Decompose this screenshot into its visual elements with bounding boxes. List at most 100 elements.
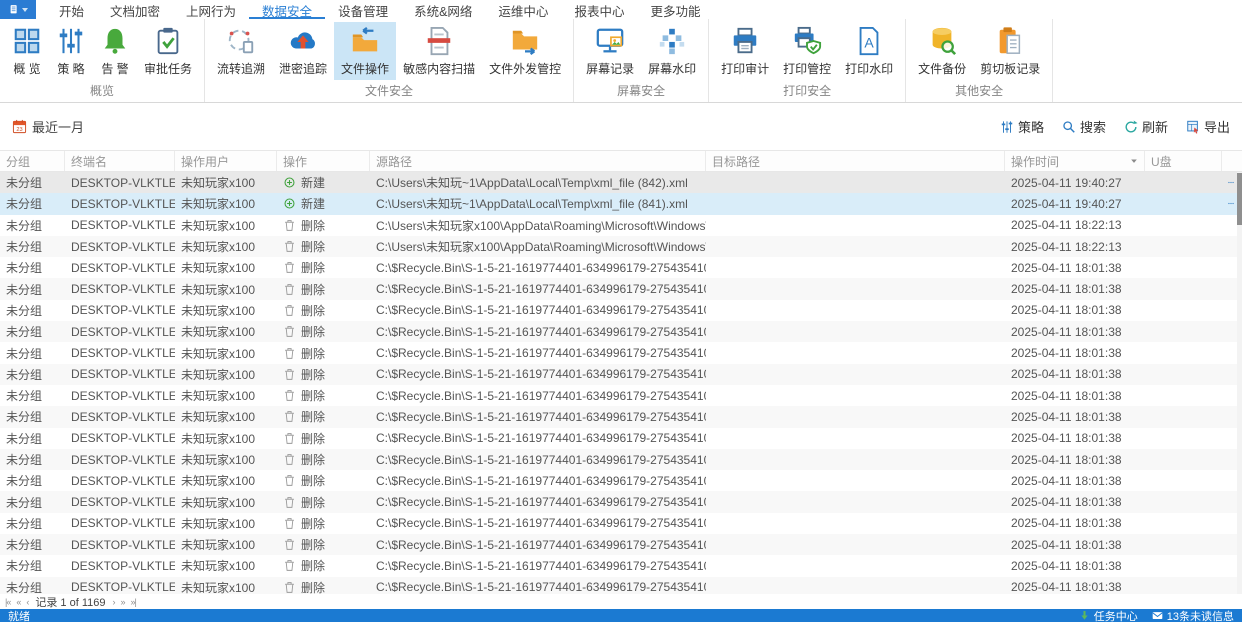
cell-terminal: DESKTOP-VLKTLE1	[71, 452, 175, 467]
date-range-filter[interactable]: 23 最近一月	[12, 117, 84, 136]
ribbon-item-print-control[interactable]: 打印管控	[776, 22, 838, 80]
operation-label: 删除	[301, 346, 326, 361]
ribbon-item-flow-trace[interactable]: 流转追溯	[210, 22, 272, 80]
column-header-time[interactable]: 操作时间	[1005, 151, 1145, 171]
ribbon-item-print-audit[interactable]: 打印审计	[714, 22, 776, 80]
tab-ops-center[interactable]: 运维中心	[485, 0, 561, 19]
app-menu-button[interactable]	[0, 0, 36, 19]
page-next-button-1[interactable]: »	[120, 597, 125, 607]
table-row[interactable]: 未分组 DESKTOP-VLKTLE1 未知玩家x100 删除 C:\$Recycle.…	[0, 491, 1242, 513]
table-row[interactable]: 未分组 DESKTOP-VLKTLE1 未知玩家x100 删除 C:\$Recycle.…	[0, 576, 1242, 594]
ribbon-item-approval-tasks[interactable]: 审批任务	[137, 22, 199, 80]
page-prev-button-0[interactable]: |«	[5, 597, 11, 607]
row-menu-button[interactable]	[1228, 199, 1234, 208]
page-prev-button-2[interactable]: ‹	[26, 597, 29, 607]
cell-group: 未分组	[6, 431, 43, 446]
ribbon-group-label: 概览	[90, 84, 115, 98]
tab-report-center[interactable]: 报表中心	[561, 0, 637, 19]
cell-operation-time: 2025-04-11 18:01:38	[1011, 495, 1122, 510]
row-menu-button[interactable]	[1228, 178, 1234, 187]
ribbon-item-policy[interactable]: 策 略	[49, 22, 93, 80]
table-row[interactable]: 未分组 DESKTOP-VLKTLE1 未知玩家x100 删除 C:\$Recycle.…	[0, 300, 1242, 321]
cell-group: 未分组	[6, 325, 43, 340]
table-row[interactable]: 未分组 DESKTOP-VLKTLE1 未知玩家x100 删除 C:\$Recycle.…	[0, 428, 1242, 449]
table-row[interactable]: 未分组 DESKTOP-VLKTLE1 未知玩家x100 删除 C:\$Recycle.…	[0, 278, 1242, 300]
column-header-user[interactable]: 操作用户	[175, 151, 277, 171]
vertical-scrollbar[interactable]	[1237, 172, 1242, 594]
cell-operation: 删除	[277, 300, 370, 321]
ribbon-item-label: 剪切板记录	[980, 62, 1041, 76]
column-header-label: 分组	[6, 154, 31, 169]
tab-home[interactable]: 开始	[46, 0, 97, 19]
trash-icon	[283, 304, 296, 317]
cell-terminal: DESKTOP-VLKTLE1	[71, 388, 175, 403]
table-row[interactable]: 未分组 DESKTOP-VLKTLE1 未知玩家x100 删除 C:\Users\未知玩…	[0, 215, 1242, 236]
ribbon-item-screen-record[interactable]: 屏幕记录	[579, 22, 641, 80]
operation-label: 删除	[301, 580, 326, 594]
table-row[interactable]: 未分组 DESKTOP-VLKTLE1 未知玩家x100 删除 C:\$Recycle.…	[0, 385, 1242, 406]
column-header-actions[interactable]	[1222, 151, 1242, 171]
ribbon-item-overview[interactable]: 概 览	[5, 22, 49, 80]
cell-usb	[1145, 428, 1222, 449]
tab-doc-encryption[interactable]: 文档加密	[97, 0, 173, 19]
table-row[interactable]: 未分组 DESKTOP-VLKTLE1 未知玩家x100 删除 C:\$Recycle.…	[0, 470, 1242, 491]
cell-usb	[1145, 406, 1222, 427]
ribbon-item-alerts[interactable]: 告 警	[93, 22, 137, 80]
scrollbar-thumb[interactable]	[1237, 173, 1242, 225]
refresh-button[interactable]: 刷新	[1124, 117, 1168, 136]
search-icon	[1062, 120, 1076, 134]
task-center-label: 任务中心	[1093, 610, 1138, 623]
tab-more-features[interactable]: 更多功能	[637, 0, 713, 19]
ribbon-item-clipboard-record[interactable]: 剪切板记录	[973, 22, 1047, 80]
column-header-dst[interactable]: 目标路径	[706, 151, 1005, 171]
table-header: 分组 终端名 操作用户 操作 源路径 目标路径 操作时间 U盘	[0, 150, 1242, 172]
task-center-button[interactable]: 任务中心	[1079, 608, 1138, 623]
ribbon-group-label: 屏幕安全	[617, 84, 666, 98]
column-header-group[interactable]: 分组	[0, 151, 65, 171]
table-row[interactable]: 未分组 DESKTOP-VLKTLE1 未知玩家x100 删除 C:\$Recycle.…	[0, 342, 1242, 363]
ribbon-item-leak-trace[interactable]: 泄密追踪	[272, 22, 334, 80]
column-header-terminal[interactable]: 终端名	[65, 151, 175, 171]
cell-source-path: C:\$Recycle.Bin\S-1-5-21-1619774401-6349…	[376, 324, 706, 339]
column-header-op[interactable]: 操作	[277, 151, 370, 171]
table-row[interactable]: 未分组 DESKTOP-VLKTLE1 未知玩家x100 删除 C:\$Recycle.…	[0, 448, 1242, 471]
table-row[interactable]: 未分组 DESKTOP-VLKTLE1 未知玩家x100 删除 C:\Users\未知玩…	[0, 235, 1242, 258]
page-next-button-0[interactable]: ›	[112, 597, 115, 607]
tab-data-security[interactable]: 数据安全	[249, 0, 325, 19]
ribbon-item-sensitive-content-scan[interactable]: 敏感内容扫描	[396, 22, 482, 80]
tab-device-management[interactable]: 设备管理	[325, 0, 401, 19]
tab-web-behavior[interactable]: 上网行为	[173, 0, 249, 19]
tab-system-network[interactable]: 系统&网络	[401, 0, 485, 19]
ribbon-item-file-backup[interactable]: 文件备份	[911, 22, 973, 80]
cell-group: 未分组	[6, 389, 43, 404]
table-row[interactable]: 未分组 DESKTOP-VLKTLE1 未知玩家x100 删除 C:\$Recycle.…	[0, 321, 1242, 343]
page-prev-button-1[interactable]: «	[16, 597, 21, 607]
time-filter-caret-icon[interactable]	[1129, 156, 1139, 166]
table-row[interactable]: 未分组 DESKTOP-VLKTLE1 未知玩家x100 删除 C:\$Recycle.…	[0, 363, 1242, 385]
column-header-usb[interactable]: U盘	[1145, 151, 1222, 171]
table-row[interactable]: 未分组 DESKTOP-VLKTLE1 未知玩家x100 删除 C:\$Recycle.…	[0, 534, 1242, 556]
trash-icon	[283, 240, 296, 253]
ribbon-item-print-watermark[interactable]: A 打印水印	[838, 22, 900, 80]
cell-user: 未知玩家x100	[181, 453, 256, 467]
table-row[interactable]: 未分组 DESKTOP-VLKTLE1 未知玩家x100 新建 C:\Users\未知玩…	[0, 172, 1242, 194]
plus-circle-icon	[283, 176, 296, 189]
cell-user: 未知玩家x100	[181, 495, 256, 510]
table-row[interactable]: 未分组 DESKTOP-VLKTLE1 未知玩家x100 删除 C:\$Recycle.…	[0, 406, 1242, 428]
ribbon-item-screen-watermark[interactable]: 屏幕水印	[641, 22, 703, 80]
table-row[interactable]: 未分组 DESKTOP-VLKTLE1 未知玩家x100 删除 C:\$Recycle.…	[0, 513, 1242, 534]
table-row[interactable]: 未分组 DESKTOP-VLKTLE1 未知玩家x100 删除 C:\$Recycle.…	[0, 257, 1242, 278]
table-row[interactable]: 未分组 DESKTOP-VLKTLE1 未知玩家x100 新建 C:\Users\未知玩…	[0, 193, 1242, 215]
page-next-button-2[interactable]: »|	[131, 597, 137, 607]
column-header-label: 操作	[283, 154, 308, 169]
policy-button[interactable]: 策略	[1000, 117, 1044, 136]
ribbon-item-file-operations[interactable]: 文件操作	[334, 22, 397, 80]
column-header-src[interactable]: 源路径	[370, 151, 706, 171]
cell-user: 未知玩家x100	[181, 240, 256, 255]
unread-messages-button[interactable]: 13条未读信息	[1152, 608, 1234, 623]
export-button[interactable]: 导出	[1186, 117, 1230, 136]
cell-usb	[1145, 513, 1222, 534]
ribbon-item-file-outgoing-control[interactable]: 文件外发管控	[482, 22, 568, 80]
table-row[interactable]: 未分组 DESKTOP-VLKTLE1 未知玩家x100 删除 C:\$Recycle.…	[0, 555, 1242, 576]
search-button[interactable]: 搜索	[1062, 117, 1106, 136]
